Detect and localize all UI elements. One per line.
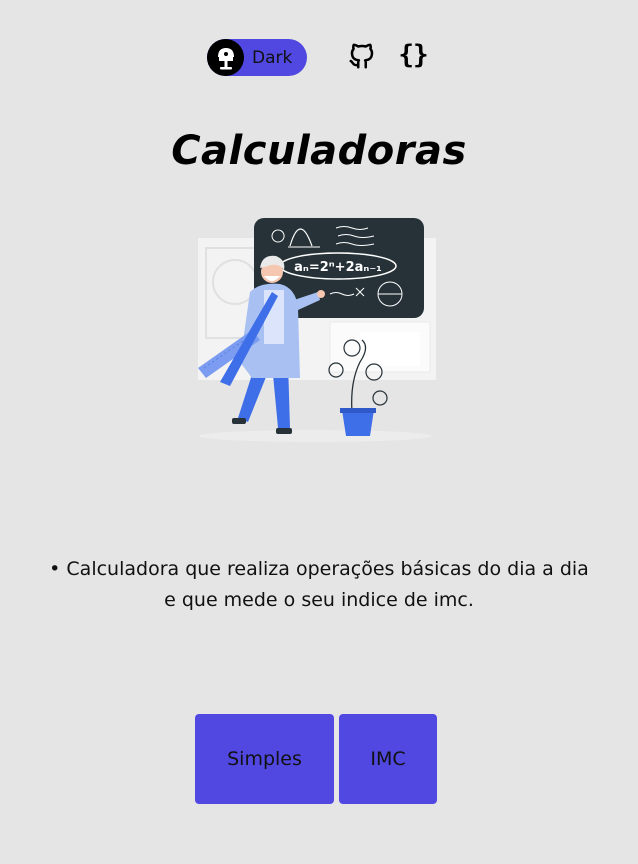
imc-button[interactable]: IMC xyxy=(339,714,437,804)
code-braces-icon: {} xyxy=(398,40,428,70)
lamp-icon xyxy=(207,39,244,76)
description: • Calculadora que realiza operações bási… xyxy=(20,554,618,616)
github-icon xyxy=(349,43,374,69)
github-link[interactable] xyxy=(346,40,378,72)
description-line-1: • Calculadora que realiza operações bási… xyxy=(49,558,589,580)
theme-toggle[interactable]: Dark xyxy=(207,39,307,76)
page: Dark {} Calculadoras aₙ=2ⁿ+2aₙ₋₁ • Calcu… xyxy=(0,0,638,864)
description-line-2: e que mede o seu indice de imc. xyxy=(164,589,474,611)
board-formula: aₙ=2ⁿ+2aₙ₋₁ xyxy=(294,260,382,275)
theme-toggle-label: Dark xyxy=(252,48,293,68)
simples-button[interactable]: Simples xyxy=(195,714,334,804)
page-title: Calculadoras xyxy=(171,128,467,174)
teacher-chalkboard-illustration: aₙ=2ⁿ+2aₙ₋₁ xyxy=(198,218,436,442)
code-link[interactable]: {} xyxy=(396,38,430,72)
